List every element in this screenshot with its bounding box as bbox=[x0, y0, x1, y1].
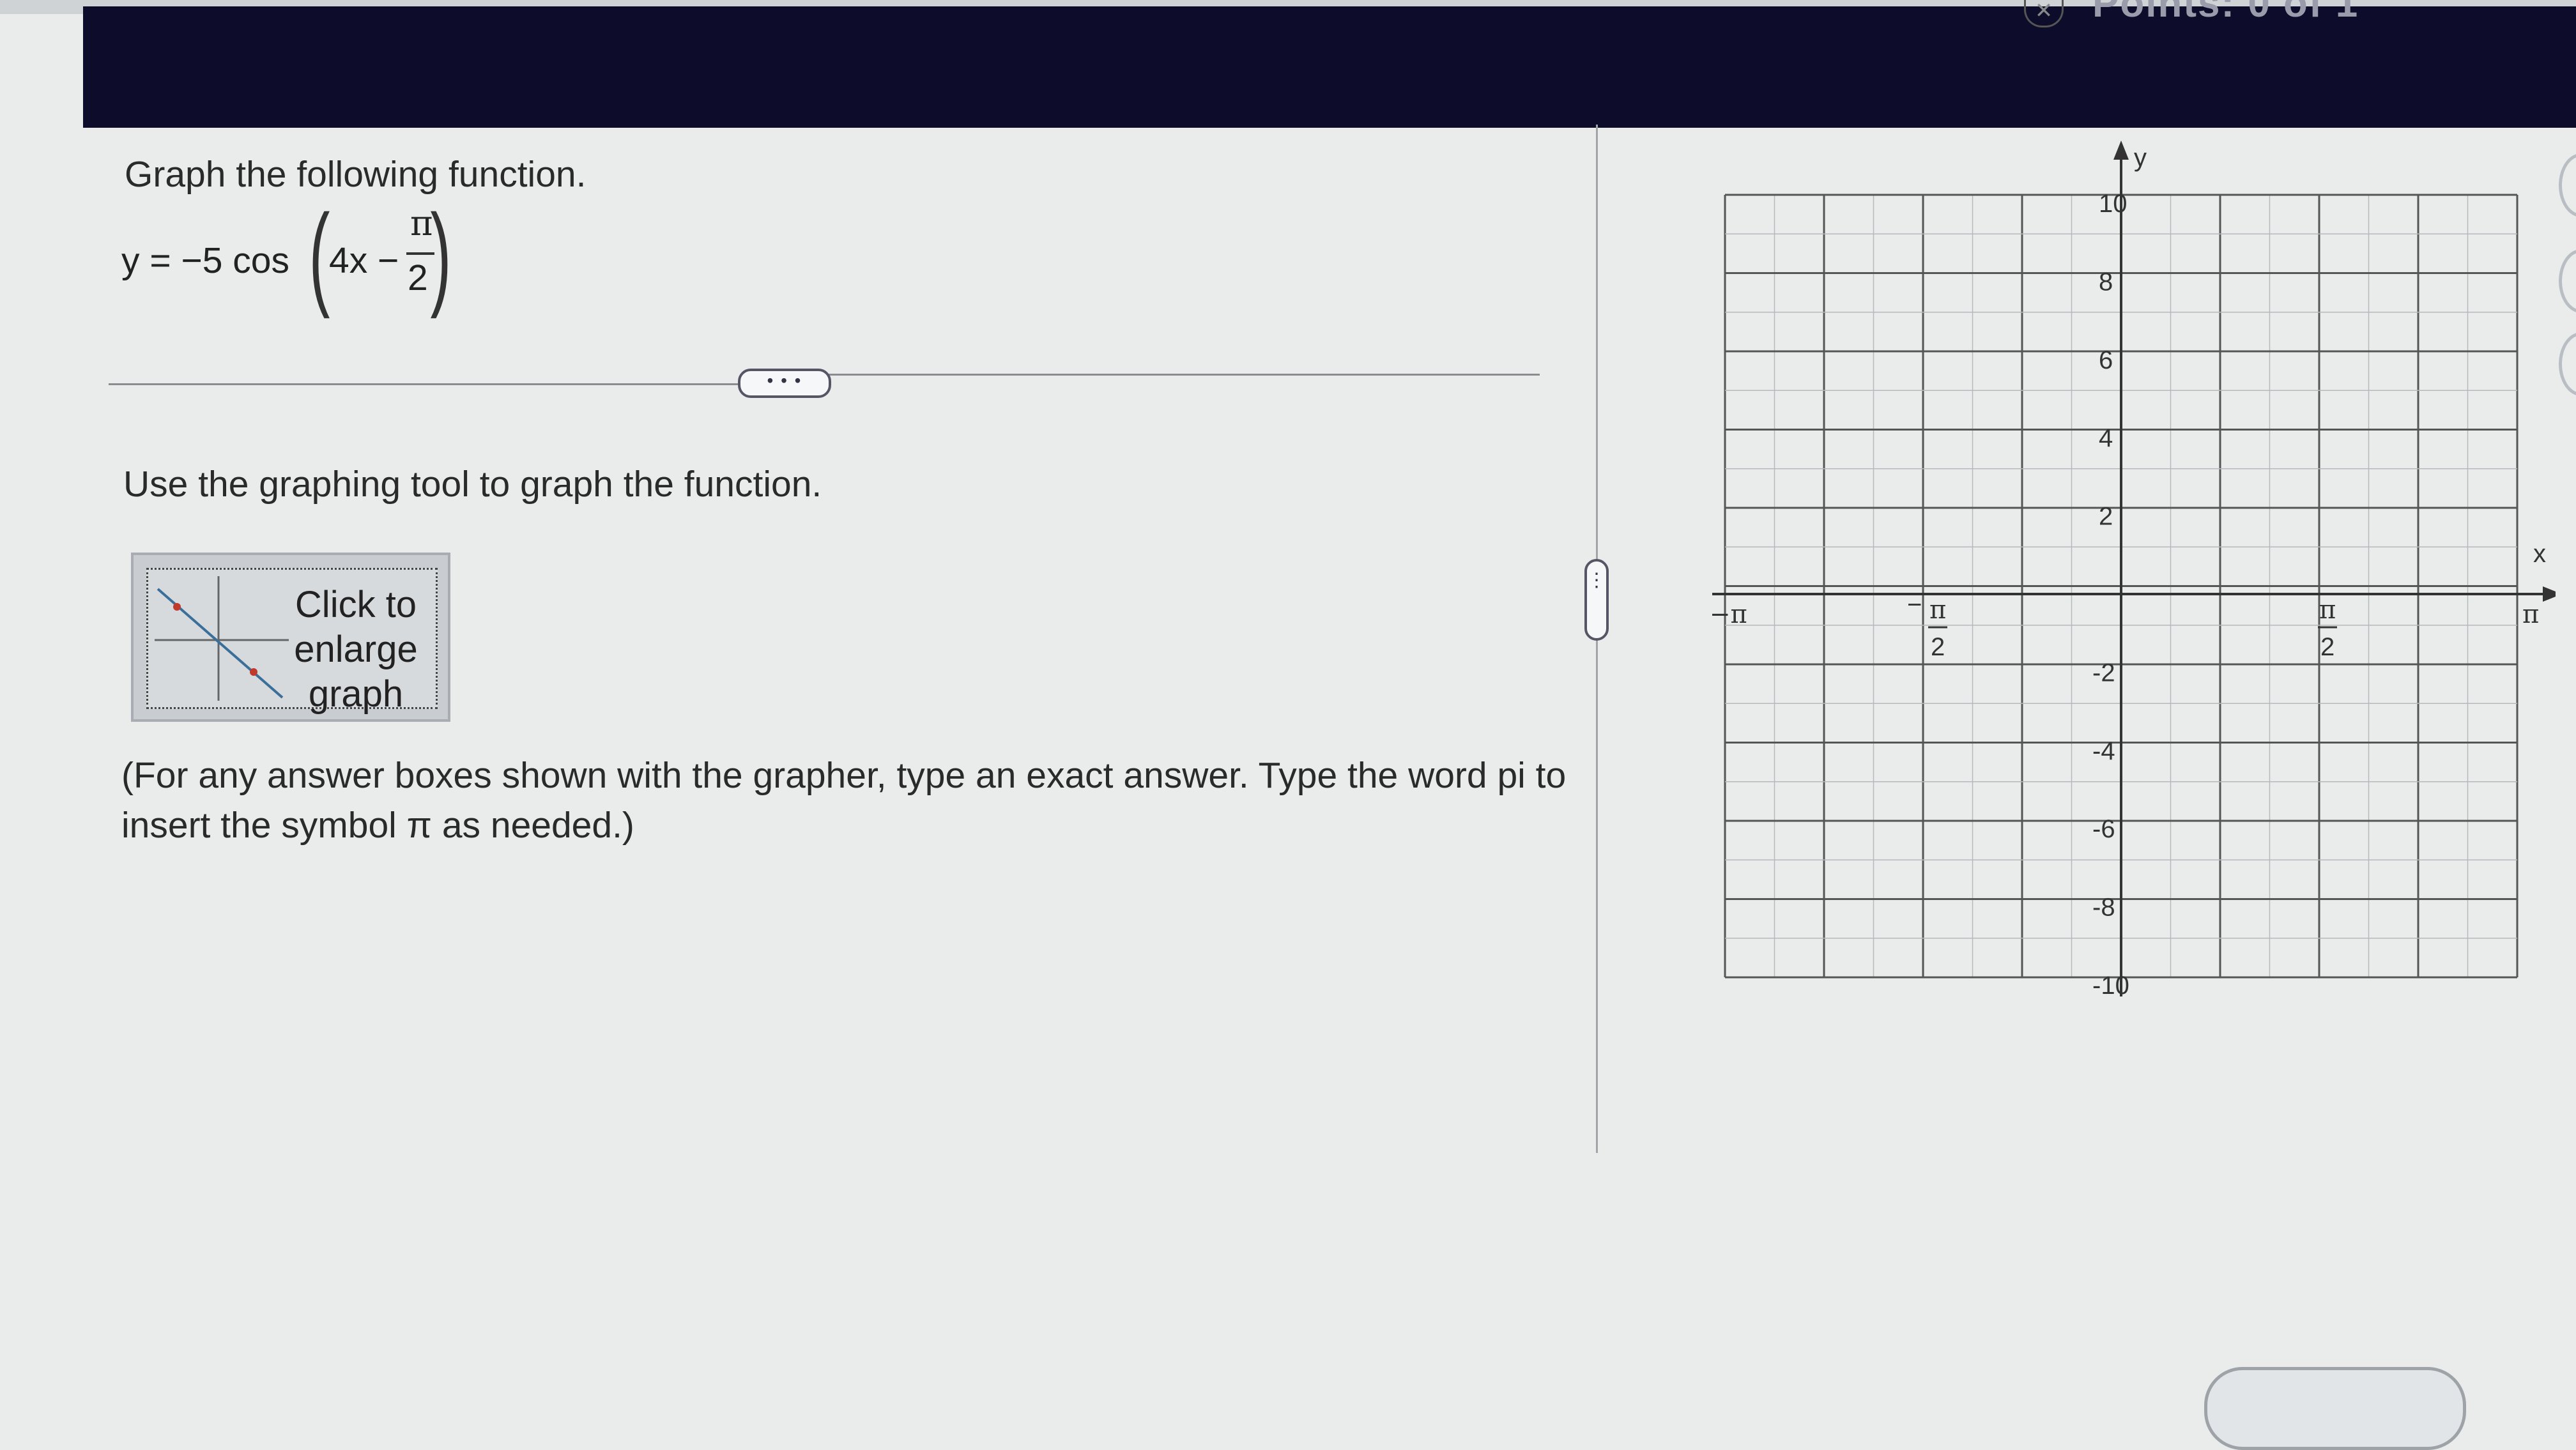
svg-text:π: π bbox=[2319, 595, 2336, 625]
y-tick-label: 8 bbox=[2099, 268, 2113, 296]
section-divider bbox=[109, 383, 738, 385]
enlarge-graph-button[interactable]: Click to enlarge graph bbox=[131, 553, 450, 722]
answer-note: (For any answer boxes shown with the gra… bbox=[121, 755, 1567, 846]
instruction-text: Use the graphing tool to graph the funct… bbox=[123, 464, 822, 505]
x-axis-label: x bbox=[2533, 540, 2546, 568]
right-paren: ) bbox=[430, 191, 452, 319]
y-tick-label: -4 bbox=[2092, 737, 2115, 765]
y-tick-label: 10 bbox=[2099, 190, 2128, 218]
y-axis-arrow-icon bbox=[2113, 141, 2129, 160]
graph-axes bbox=[1712, 141, 2556, 996]
x-tick-neg-half-pi: − π 2 bbox=[1907, 591, 1947, 661]
svg-text:2: 2 bbox=[1931, 633, 1945, 661]
enlarge-graph-label: Click to enlarge graph bbox=[294, 584, 418, 715]
y-tick-label: -2 bbox=[2092, 659, 2115, 687]
x-tick-pi: π bbox=[2522, 600, 2539, 629]
side-tool-button[interactable] bbox=[2559, 153, 2576, 217]
y-tick-label: 4 bbox=[2099, 424, 2113, 452]
svg-text:−: − bbox=[1907, 591, 1922, 619]
equation-inner: 4x − bbox=[329, 240, 399, 281]
bottom-action-button[interactable] bbox=[2204, 1367, 2466, 1450]
svg-text:2: 2 bbox=[2320, 633, 2334, 661]
panel-resize-handle[interactable]: ⋮ bbox=[1584, 559, 1609, 641]
y-tick-label: -6 bbox=[2092, 815, 2115, 843]
left-paren: ( bbox=[309, 191, 330, 319]
side-tool-button[interactable] bbox=[2559, 332, 2576, 396]
y-tick-label: -10 bbox=[2092, 972, 2129, 996]
more-button[interactable]: • • • bbox=[738, 369, 831, 398]
section-divider bbox=[824, 374, 1540, 376]
y-tick-label: -8 bbox=[2092, 894, 2115, 922]
fraction-numerator: π bbox=[410, 203, 433, 243]
x-tick-half-pi: π 2 bbox=[2318, 595, 2337, 661]
fraction-denominator: 2 bbox=[408, 257, 428, 298]
svg-text:π: π bbox=[1929, 595, 1946, 625]
x-tick-neg-pi: −π bbox=[1712, 600, 1747, 629]
enlarge-graph-frame: Click to enlarge graph bbox=[146, 568, 438, 715]
y-tick-label: 2 bbox=[2099, 503, 2113, 531]
question-prompt: Graph the following function. bbox=[125, 154, 586, 195]
coordinate-graph[interactable]: x y 108642-2-4-6-8-10 −π − π 2 π 2 π bbox=[1712, 141, 2556, 996]
x-axis-arrow-icon bbox=[2543, 586, 2556, 602]
side-tool-button[interactable] bbox=[2559, 249, 2576, 313]
points-label: Points: 0 of 1 bbox=[2092, 0, 2359, 26]
y-axis-label: y bbox=[2134, 144, 2147, 172]
graph-thumbnail-icon bbox=[155, 576, 289, 701]
y-tick-label: 6 bbox=[2099, 346, 2113, 374]
equation-prefix: y = −5 cos bbox=[121, 240, 289, 281]
